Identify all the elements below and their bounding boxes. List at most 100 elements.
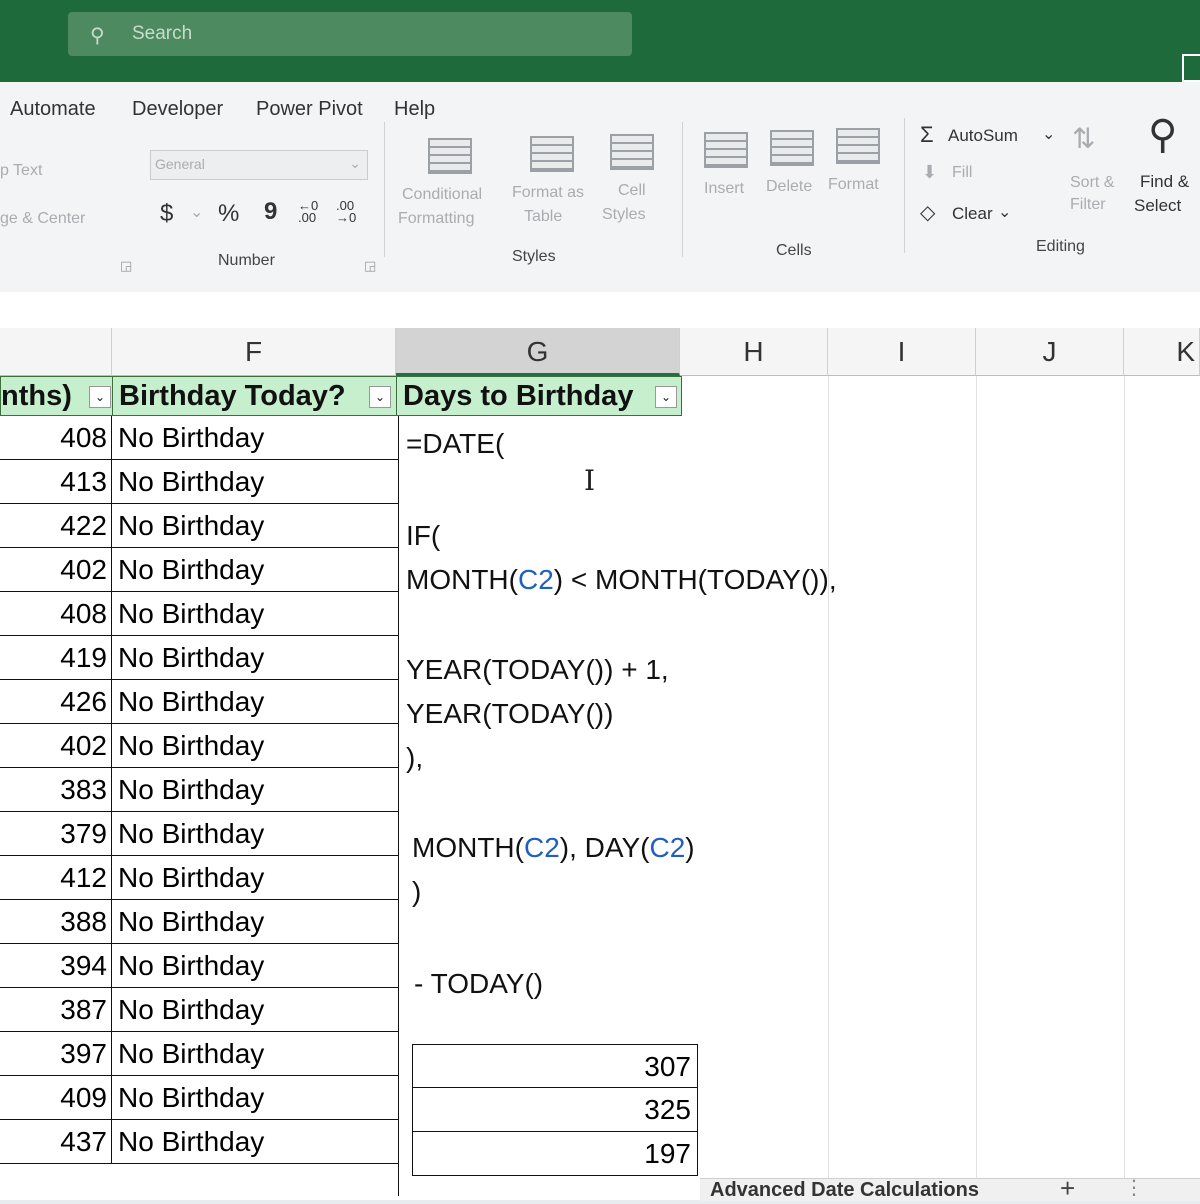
currency-button[interactable]: $ [160,200,173,228]
table-row: 408 No Birthday [0,416,410,460]
column-header-f[interactable]: F [112,328,396,376]
delete-button[interactable]: Delete [766,178,812,196]
cell-months[interactable]: 388 [0,900,112,944]
tab-power-pivot[interactable]: Power Pivot [256,98,363,121]
filter-dropdown-icon[interactable]: ⌄ [369,386,391,408]
decrease-decimal-button[interactable]: .00 →0 [336,199,366,224]
percent-button[interactable]: % [218,200,239,228]
formula-line[interactable]: =DATE( [406,428,504,460]
cell-months[interactable]: 402 [0,724,112,768]
autosum-button[interactable]: AutoSum [948,126,1018,146]
number-launcher-icon[interactable]: ◲ [364,258,376,274]
fill-button[interactable]: Fill [952,164,972,182]
formula-line[interactable]: YEAR(TODAY()) [406,698,613,730]
table-row: 383 No Birthday [0,768,410,812]
find-select-sublabel[interactable]: Select [1134,196,1181,216]
result-cell[interactable]: 307 [412,1044,698,1088]
formula-line[interactable]: ) [412,876,421,908]
cell-birthday-today[interactable]: No Birthday [112,724,398,768]
increase-decimal-button[interactable]: ←0 .00 [298,199,328,224]
format-as-table-sublabel[interactable]: Table [524,208,562,226]
clear-button[interactable]: Clear [952,204,993,224]
sheet-tab-advanced-date-calculations[interactable]: Advanced Date Calculations [710,1179,979,1202]
result-cell[interactable]: 197 [412,1132,698,1176]
column-header-j[interactable]: J [976,328,1124,376]
cell-months[interactable]: 412 [0,856,112,900]
header-cell-birthday-today: Birthday Today? ⌄ [112,376,398,416]
formula-line[interactable]: YEAR(TODAY()) + 1, [406,654,669,686]
cell-months[interactable]: 437 [0,1120,112,1164]
table-row: 422 No Birthday [0,504,410,548]
cell-months[interactable]: 419 [0,636,112,680]
conditional-formatting-label[interactable]: Conditional [402,186,482,204]
merge-center-button[interactable]: ge & Center [0,210,85,228]
number-format-select[interactable]: General ⌄ [150,150,368,180]
cell-birthday-today[interactable]: No Birthday [112,460,398,504]
cell-months[interactable]: 409 [0,1076,112,1120]
tab-automate[interactable]: Automate [10,98,96,121]
cell-months[interactable]: 387 [0,988,112,1032]
filter-dropdown-icon[interactable]: ⌄ [89,386,111,408]
cell-months[interactable]: 383 [0,768,112,812]
cell-birthday-today[interactable]: No Birthday [112,680,398,724]
clear-dropdown-icon[interactable]: ⌄ [998,202,1011,222]
cell-birthday-today[interactable]: No Birthday [112,900,398,944]
formula-line[interactable]: IF( [406,520,440,552]
cell-birthday-today[interactable]: No Birthday [112,944,398,988]
currency-dropdown-icon[interactable]: ⌄ [190,202,203,222]
formula-line[interactable]: ), [406,742,423,774]
cell-months[interactable]: 379 [0,812,112,856]
wrap-text-button[interactable]: p Text [0,162,42,180]
tab-developer[interactable]: Developer [132,98,223,121]
column-header-g[interactable]: G [396,328,680,376]
cell-months[interactable]: 408 [0,416,112,460]
format-button[interactable]: Format [828,176,879,194]
column-header-e[interactable] [0,328,112,376]
add-sheet-icon[interactable]: + [1060,1173,1075,1204]
conditional-formatting-sublabel[interactable]: Formatting [398,210,474,228]
cell-months[interactable]: 402 [0,548,112,592]
cell-months[interactable]: 397 [0,1032,112,1076]
cell-birthday-today[interactable]: No Birthday [112,1076,398,1120]
column-header-i[interactable]: I [828,328,976,376]
cell-months[interactable]: 422 [0,504,112,548]
cell-birthday-today[interactable]: No Birthday [112,856,398,900]
cell-months[interactable]: 426 [0,680,112,724]
conditional-formatting-icon [428,138,472,174]
cell-birthday-today[interactable]: No Birthday [112,768,398,812]
sort-filter-label[interactable]: Sort & [1070,174,1114,192]
cell-birthday-today[interactable]: No Birthday [112,416,398,460]
cell-styles-sublabel[interactable]: Styles [602,206,646,224]
formula-line[interactable]: MONTH(C2) < MONTH(TODAY()), [406,564,837,596]
more-options-icon[interactable]: ⋮ [1124,1175,1144,1200]
cell-styles-label[interactable]: Cell [618,182,646,200]
result-cell[interactable]: 325 [412,1088,698,1132]
cell-months[interactable]: 394 [0,944,112,988]
format-as-table-label[interactable]: Format as [512,184,584,202]
column-header-h[interactable]: H [680,328,828,376]
sort-filter-sublabel[interactable]: Filter [1070,196,1106,214]
cell-months[interactable]: 413 [0,460,112,504]
find-select-label[interactable]: Find & [1140,172,1189,192]
cell-birthday-today[interactable]: No Birthday [112,636,398,680]
cell-birthday-today[interactable]: No Birthday [112,812,398,856]
restore-window-icon[interactable] [1182,54,1200,82]
comma-style-button[interactable]: 9 [264,198,277,226]
column-header-k[interactable]: K [1124,328,1200,376]
cell-birthday-today[interactable]: No Birthday [112,1032,398,1076]
tab-help[interactable]: Help [394,98,435,121]
cell-birthday-today[interactable]: No Birthday [112,1120,398,1164]
cell-birthday-today[interactable]: No Birthday [112,592,398,636]
filter-dropdown-icon[interactable]: ⌄ [655,386,677,408]
cell-birthday-today[interactable]: No Birthday [112,548,398,592]
formula-line[interactable]: MONTH(C2), DAY(C2) [412,832,695,864]
cell-birthday-today[interactable]: No Birthday [112,504,398,548]
cell-birthday-today[interactable]: No Birthday [112,988,398,1032]
formula-line[interactable]: - TODAY() [414,968,543,1000]
cell-months[interactable]: 408 [0,592,112,636]
insert-button[interactable]: Insert [704,180,744,198]
number-format-value: General [155,156,205,172]
search-box[interactable]: ⚲ Search [68,12,632,56]
autosum-dropdown-icon[interactable]: ⌄ [1042,124,1055,144]
alignment-launcher-icon[interactable]: ◲ [120,258,132,274]
